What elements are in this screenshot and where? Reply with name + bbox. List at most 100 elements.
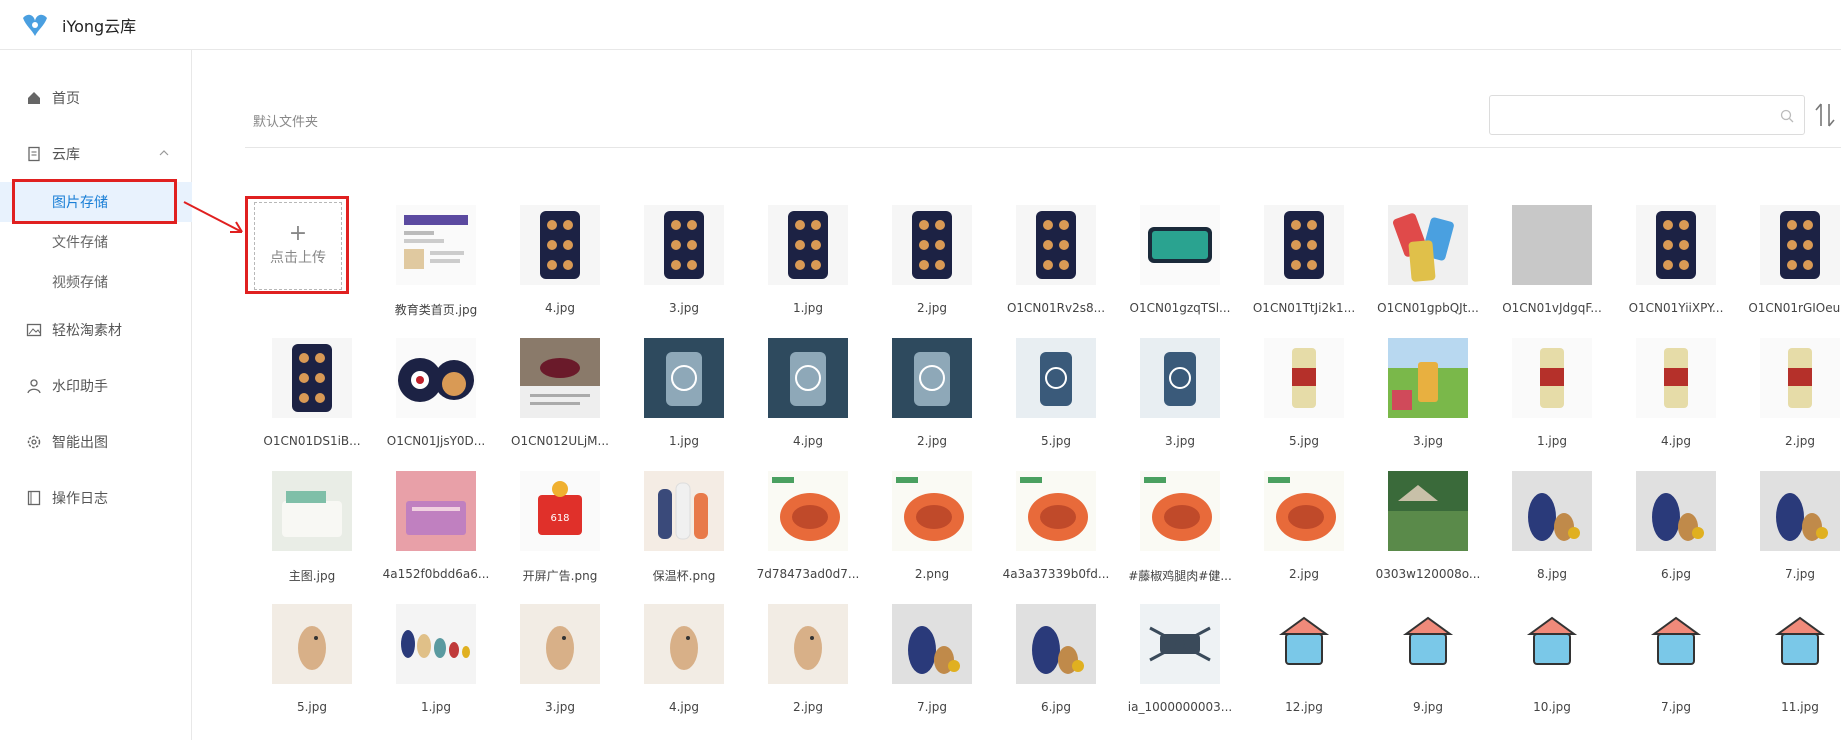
file-item[interactable]: #藤椒鸡腿肉#健... [1118, 471, 1242, 591]
file-thumbnail[interactable] [1140, 205, 1220, 285]
chevron-up-icon[interactable] [158, 148, 170, 158]
file-item[interactable]: 3.jpg [498, 604, 622, 724]
file-thumbnail[interactable] [1760, 205, 1840, 285]
file-thumbnail[interactable] [644, 205, 724, 285]
file-thumbnail[interactable] [768, 205, 848, 285]
file-item[interactable]: O1CN01rGIOeu... [1738, 205, 1841, 325]
file-thumbnail[interactable] [1388, 338, 1468, 418]
file-thumbnail[interactable] [1636, 604, 1716, 684]
file-item[interactable]: 618 开屏广告.png [498, 471, 622, 591]
file-item[interactable]: 10.jpg [1490, 604, 1614, 724]
file-thumbnail[interactable] [520, 604, 600, 684]
file-thumbnail[interactable] [1388, 471, 1468, 551]
file-thumbnail[interactable] [644, 338, 724, 418]
sidebar-item-home[interactable]: 首页 [0, 80, 192, 116]
file-item[interactable]: O1CN01gpbQJt... [1366, 205, 1490, 325]
file-thumbnail[interactable] [1140, 471, 1220, 551]
file-item[interactable]: O1CN01Rv2s8... [994, 205, 1118, 325]
file-thumbnail[interactable] [768, 604, 848, 684]
file-item[interactable]: 3.jpg [1366, 338, 1490, 458]
file-item[interactable]: 2.jpg [1738, 338, 1841, 458]
file-thumbnail[interactable] [1512, 604, 1592, 684]
file-thumbnail[interactable] [1264, 471, 1344, 551]
file-thumbnail[interactable] [272, 471, 352, 551]
file-item[interactable]: 1.jpg [374, 604, 498, 724]
file-thumbnail[interactable] [1636, 338, 1716, 418]
sidebar-item-cloud[interactable]: 云库 [0, 136, 192, 172]
sidebar-subitem-video-storage[interactable]: 视频存储 [0, 262, 192, 302]
file-item[interactable]: O1CN01JjsY0D... [374, 338, 498, 458]
file-item[interactable]: O1CN01gzqTSl... [1118, 205, 1242, 325]
file-thumbnail[interactable] [396, 338, 476, 418]
sidebar-item-watermark[interactable]: 水印助手 [0, 368, 192, 404]
file-thumbnail[interactable] [1512, 205, 1592, 285]
file-item[interactable]: 0303w120008o... [1366, 471, 1490, 591]
upload-button[interactable]: + 点击上传 [254, 202, 342, 290]
file-thumbnail[interactable] [520, 205, 600, 285]
file-item[interactable]: 12.jpg [1242, 604, 1366, 724]
file-item[interactable]: 2.jpg [870, 338, 994, 458]
file-item[interactable]: 4.jpg [498, 205, 622, 325]
file-item[interactable]: O1CN012ULjM... [498, 338, 622, 458]
file-thumbnail[interactable] [1636, 205, 1716, 285]
file-item[interactable]: ia_1000000003... [1118, 604, 1242, 724]
sidebar-item-logs[interactable]: 操作日志 [0, 480, 192, 516]
file-thumbnail[interactable] [1016, 471, 1096, 551]
file-thumbnail[interactable] [1760, 338, 1840, 418]
file-item[interactable]: 7.jpg [870, 604, 994, 724]
search-input[interactable] [1489, 95, 1805, 135]
file-thumbnail[interactable] [1512, 338, 1592, 418]
file-item[interactable]: 3.jpg [622, 205, 746, 325]
file-item[interactable]: O1CN01vJdgqF... [1490, 205, 1614, 325]
file-item[interactable]: 教育类首页.jpg [374, 205, 498, 325]
file-thumbnail[interactable] [1264, 604, 1344, 684]
file-thumbnail[interactable] [644, 471, 724, 551]
file-thumbnail[interactable] [892, 205, 972, 285]
file-item[interactable]: 4.jpg [746, 338, 870, 458]
file-item[interactable]: 7d78473ad0d7... [746, 471, 870, 591]
file-thumbnail[interactable] [1264, 205, 1344, 285]
file-thumbnail[interactable] [644, 604, 724, 684]
file-item[interactable]: 保温杯.png [622, 471, 746, 591]
file-item[interactable]: 5.jpg [250, 604, 374, 724]
file-thumbnail[interactable] [768, 338, 848, 418]
file-thumbnail[interactable] [892, 604, 972, 684]
file-item[interactable]: 5.jpg [1242, 338, 1366, 458]
file-thumbnail[interactable] [1636, 471, 1716, 551]
file-item[interactable]: 6.jpg [994, 604, 1118, 724]
file-item[interactable]: 4.jpg [1614, 338, 1738, 458]
breadcrumb[interactable]: 默认文件夹 [253, 111, 318, 130]
file-thumbnail[interactable] [520, 338, 600, 418]
file-item[interactable]: 2.jpg [746, 604, 870, 724]
file-thumbnail[interactable] [1140, 338, 1220, 418]
file-thumbnail[interactable] [1512, 471, 1592, 551]
sidebar-subitem-file-storage[interactable]: 文件存储 [0, 222, 192, 262]
file-item[interactable]: O1CN01DS1iB... [250, 338, 374, 458]
file-item[interactable]: 1.jpg [1490, 338, 1614, 458]
file-item[interactable]: O1CN01YiiXPY... [1614, 205, 1738, 325]
file-thumbnail[interactable] [1388, 205, 1468, 285]
file-thumbnail[interactable] [1140, 604, 1220, 684]
file-thumbnail[interactable] [1016, 205, 1096, 285]
file-thumbnail[interactable] [1760, 604, 1840, 684]
file-thumbnail[interactable] [396, 205, 476, 285]
file-item[interactable]: 主图.jpg [250, 471, 374, 591]
sidebar-item-materials[interactable]: 轻松淘素材 [0, 312, 192, 348]
file-item[interactable]: 8.jpg [1490, 471, 1614, 591]
file-item[interactable]: 4.jpg [622, 604, 746, 724]
file-item[interactable]: 1.jpg [746, 205, 870, 325]
file-thumbnail[interactable] [272, 604, 352, 684]
file-item[interactable]: 6.jpg [1614, 471, 1738, 591]
file-item[interactable]: 4a3a37339b0fd... [994, 471, 1118, 591]
file-item[interactable]: 2.jpg [1242, 471, 1366, 591]
file-thumbnail[interactable]: 618 [520, 471, 600, 551]
file-item[interactable]: 11.jpg [1738, 604, 1841, 724]
file-item[interactable]: O1CN01TtJi2k1... [1242, 205, 1366, 325]
file-item[interactable]: 4a152f0bdd6a6... [374, 471, 498, 591]
sort-icon[interactable] [1813, 102, 1837, 128]
file-thumbnail[interactable] [1388, 604, 1468, 684]
file-item[interactable]: 2.png [870, 471, 994, 591]
file-item[interactable]: 9.jpg [1366, 604, 1490, 724]
file-item[interactable]: 2.jpg [870, 205, 994, 325]
file-item[interactable]: 7.jpg [1738, 471, 1841, 591]
